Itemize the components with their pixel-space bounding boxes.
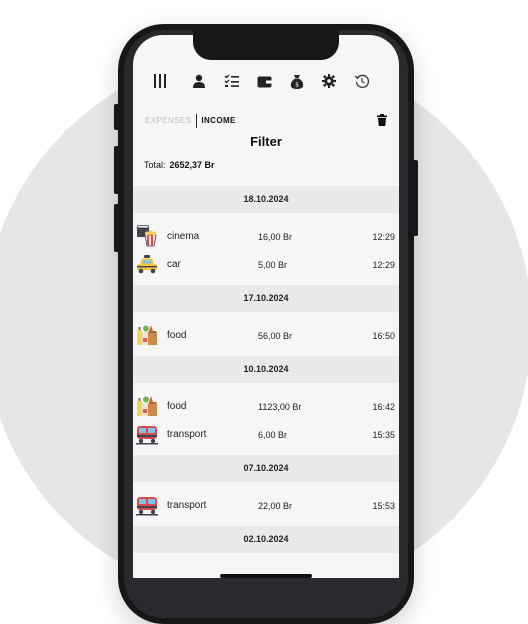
amount-value: 5,00 Br bbox=[258, 260, 288, 270]
wallet-icon[interactable] bbox=[254, 71, 274, 91]
date-header: 07.10.2024 bbox=[133, 455, 399, 482]
time-value: 16:50 bbox=[372, 331, 395, 341]
svg-text:$: $ bbox=[295, 81, 299, 88]
amount-value: 16,00 Br bbox=[258, 232, 293, 242]
train-icon bbox=[136, 494, 158, 516]
category-label: cinema bbox=[167, 231, 200, 242]
time-value: 12:29 bbox=[372, 232, 395, 242]
transaction-list: 18.10.2024 cinema 16,00 Br 12:29 car 5,0… bbox=[133, 186, 399, 553]
time-value: 12:29 bbox=[372, 260, 395, 270]
menu-icon[interactable] bbox=[150, 71, 170, 91]
amount-value: 1123,00 Br bbox=[258, 402, 302, 412]
money-bag-icon[interactable]: $ bbox=[287, 71, 307, 91]
time-value: 15:53 bbox=[372, 501, 395, 511]
cinema-icon bbox=[136, 225, 158, 247]
category-label: transport bbox=[167, 429, 207, 440]
transaction-row[interactable]: food 1123,00 Br 16:42 bbox=[133, 393, 399, 421]
mode-divider bbox=[196, 114, 198, 128]
phone-mute-button bbox=[114, 104, 119, 130]
time-value: 16:42 bbox=[372, 402, 395, 412]
category-label: food bbox=[167, 401, 187, 412]
train-icon bbox=[136, 423, 158, 445]
gear-icon[interactable] bbox=[319, 71, 339, 91]
transaction-row[interactable]: transport 22,00 Br 15:53 bbox=[133, 492, 399, 520]
date-header: 02.10.2024 bbox=[133, 526, 399, 553]
date-group: food 1123,00 Br 16:42 transport 6,00 Br … bbox=[133, 383, 399, 455]
expenses-tab[interactable]: EXPENSES bbox=[145, 116, 191, 125]
phone-notch bbox=[193, 30, 339, 60]
history-icon[interactable] bbox=[352, 71, 372, 91]
amount-value: 56,00 Br bbox=[258, 331, 293, 341]
grocery-icon bbox=[136, 324, 158, 346]
top-toolbar: $ bbox=[133, 65, 399, 95]
taxi-icon bbox=[136, 253, 158, 275]
transaction-row[interactable]: food 56,00 Br 16:50 bbox=[133, 322, 399, 350]
total-amount: 2652,37 Br bbox=[169, 160, 215, 170]
phone-volume-down-button bbox=[114, 204, 119, 252]
amount-value: 22,00 Br bbox=[258, 501, 293, 511]
date-header: 10.10.2024 bbox=[133, 356, 399, 383]
total-summary: Total: 2652,37 Br bbox=[144, 160, 215, 170]
category-label: car bbox=[167, 259, 181, 270]
total-label: Total: bbox=[144, 160, 166, 170]
user-icon[interactable] bbox=[189, 71, 209, 91]
transaction-row[interactable]: transport 6,00 Br 15:35 bbox=[133, 421, 399, 449]
transaction-row[interactable]: car 5,00 Br 12:29 bbox=[133, 251, 399, 279]
trash-icon[interactable] bbox=[377, 113, 387, 131]
mode-switch: EXPENSES INCOME bbox=[145, 114, 236, 128]
category-label: transport bbox=[167, 500, 207, 511]
date-group: cinema 16,00 Br 12:29 car 5,00 Br 12:29 bbox=[133, 213, 399, 285]
home-indicator bbox=[220, 574, 312, 578]
amount-value: 6,00 Br bbox=[258, 430, 288, 440]
checklist-icon[interactable] bbox=[222, 71, 242, 91]
income-tab[interactable]: INCOME bbox=[201, 116, 235, 125]
time-value: 15:35 bbox=[372, 430, 395, 440]
date-header: 18.10.2024 bbox=[133, 186, 399, 213]
phone-volume-up-button bbox=[114, 146, 119, 194]
app-screen: $ EXPENSES INCOME Filter Total: 2652,37 Br… bbox=[133, 35, 399, 578]
phone-power-button bbox=[413, 160, 418, 236]
date-header: 17.10.2024 bbox=[133, 285, 399, 312]
date-group: transport 22,00 Br 15:53 bbox=[133, 482, 399, 526]
page-title: Filter bbox=[250, 134, 282, 149]
date-group: food 56,00 Br 16:50 bbox=[133, 312, 399, 356]
category-label: food bbox=[167, 330, 187, 341]
transaction-row[interactable]: cinema 16,00 Br 12:29 bbox=[133, 223, 399, 251]
grocery-icon bbox=[136, 395, 158, 417]
